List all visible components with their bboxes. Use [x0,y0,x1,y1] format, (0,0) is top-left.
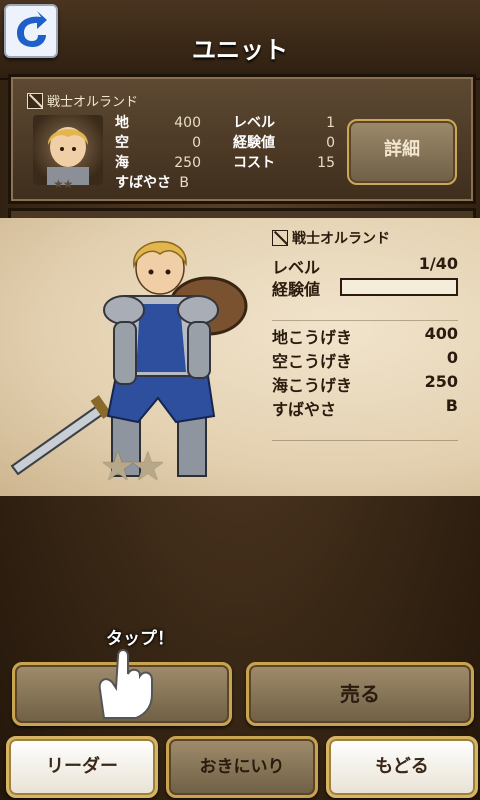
rarity-stars: ★★ [53,177,73,191]
stat-value: B [179,175,189,191]
pointing-hand-icon [98,649,153,719]
leader-button[interactable]: リーダー [6,736,158,798]
stat-label: 海こうげき [272,376,353,395]
header-bar: ユニット [0,0,480,80]
stat-label: コスト [233,155,275,171]
stat-value: 1 [326,115,335,131]
stat-label: 空こうげき [272,352,353,371]
level-value: 1/40 [418,254,458,273]
divider [272,440,458,441]
stat-label: すばやさ [272,400,337,419]
xp-label: 経験値 [272,280,321,299]
stat-value: 250 [174,155,201,171]
stat-value: B [445,396,458,415]
page-title: ユニット [192,36,288,64]
sword-class-icon [27,93,43,109]
stat-label: 海 [115,155,129,171]
rarity-stars-large: ★★ [100,444,166,490]
stat-value: 0 [326,135,335,151]
favorite-button[interactable]: おきにいり [166,736,318,798]
popup-unit-name: 戦士オルランド [292,231,390,247]
sword-class-icon [272,230,288,246]
stat-value: 0 [192,135,201,151]
unit-name: 戦士オルランド [47,95,139,110]
stat-label: レベル [233,115,275,131]
stat-label: 経験値 [233,135,275,151]
stat-label: 空 [115,135,129,151]
back-bottom-button[interactable]: もどる [326,736,478,798]
stat-value: 15 [317,155,335,171]
popup-unit-name-row: 戦士オルランド [272,228,390,248]
stat-value: 250 [424,372,458,391]
unit-card[interactable]: 戦士オルランド ★★ 地 400 空0 海 250 すばやさ B レベル 1 経験値 0 … [8,74,476,204]
xp-bar [340,278,458,296]
unit-portrait [33,115,103,185]
detail-button[interactable]: 詳細 [347,119,457,185]
stat-value: 400 [424,324,458,343]
stat-value: 0 [446,348,458,367]
stat-value: 400 [174,115,201,131]
stat-label: 地こうげき [272,328,353,347]
sell-button[interactable]: 売る [246,662,474,726]
unit-detail-popup: ★★ 戦士オルランド レベル 1/40 経験値 地こうげき 400 空こうげき … [0,218,480,496]
stat-label: 地 [115,115,129,131]
unit-name-row: 戦士オルランド [27,91,138,110]
level-label: レベル [272,258,321,277]
divider [272,320,458,321]
